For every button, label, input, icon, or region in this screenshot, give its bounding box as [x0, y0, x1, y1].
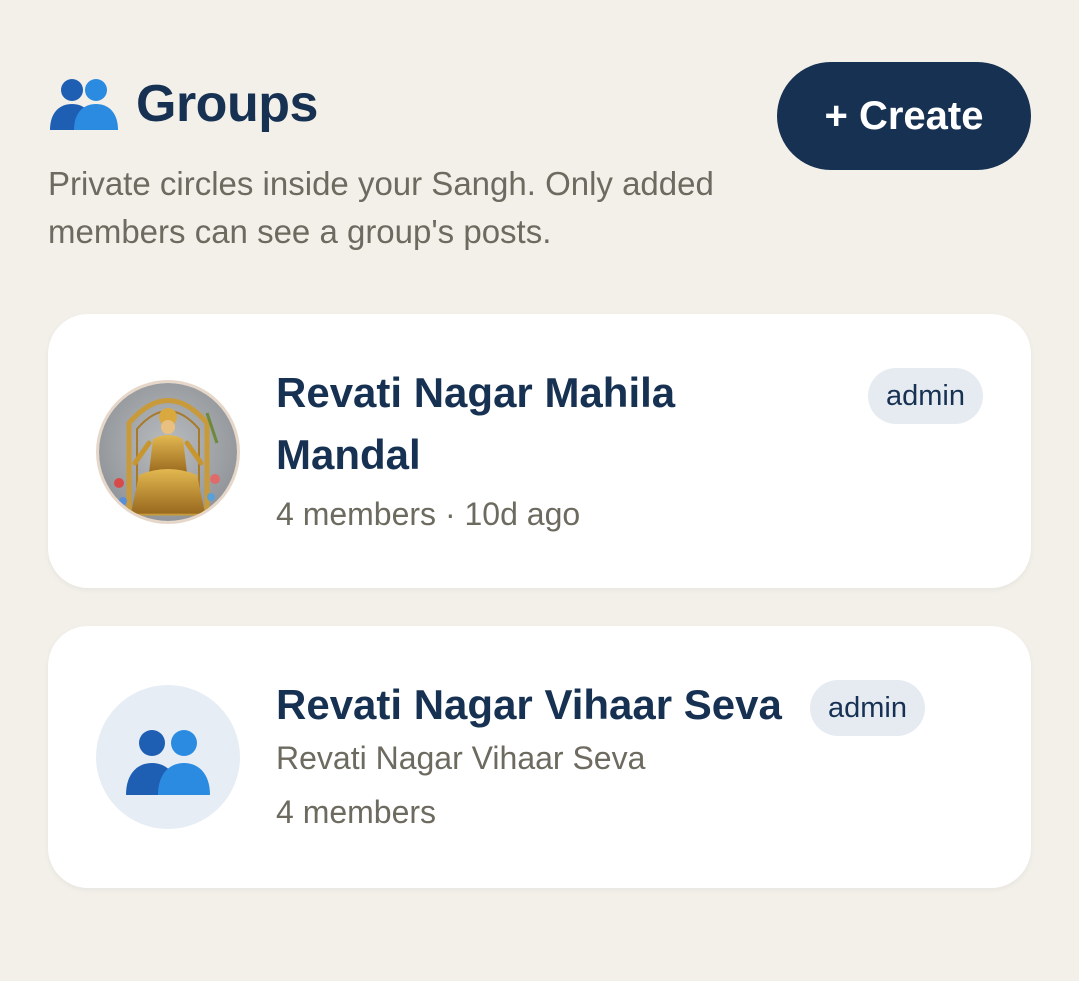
group-avatar [96, 685, 240, 829]
page-subtitle: Private circles inside your Sangh. Only … [48, 165, 714, 250]
goddess-image [99, 383, 237, 521]
group-name: Revati Nagar Mahila Mandal [276, 369, 676, 478]
group-card[interactable]: Revati Nagar Vihaar Seva admin Revati Na… [48, 626, 1031, 888]
group-meta: 4 members · 10d ago [276, 496, 581, 532]
group-card[interactable]: Revati Nagar Mahila Mandal admin 4 membe… [48, 314, 1031, 588]
group-description: Revati Nagar Vihaar Seva [276, 740, 646, 776]
group-avatar [96, 380, 240, 524]
role-badge: admin [810, 680, 925, 736]
group-meta: 4 members [276, 794, 437, 830]
group-name: Revati Nagar Vihaar Seva [276, 681, 782, 728]
create-group-button[interactable]: + Create [777, 62, 1031, 170]
page-title: Groups [136, 75, 318, 133]
page-header: Groups Private circles inside your Sangh… [48, 62, 1031, 262]
people-icon [48, 76, 120, 132]
people-icon [126, 730, 210, 795]
role-badge: admin [868, 368, 983, 424]
title-row: Groups [48, 74, 318, 134]
